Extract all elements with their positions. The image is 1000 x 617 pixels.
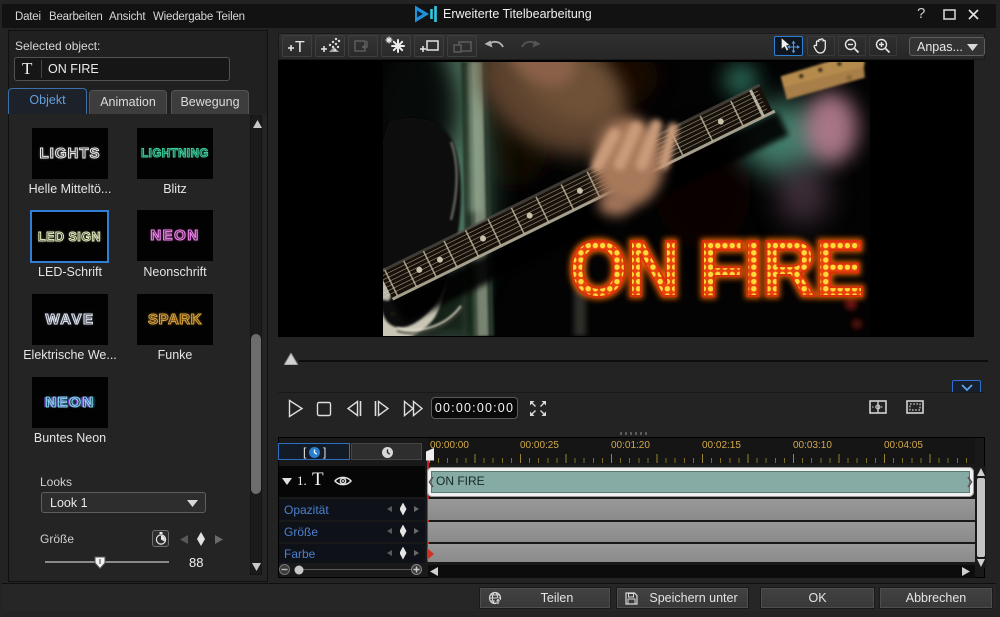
svg-text:ON FIRE: ON FIRE: [569, 224, 863, 313]
svg-text:T: T: [295, 39, 305, 55]
